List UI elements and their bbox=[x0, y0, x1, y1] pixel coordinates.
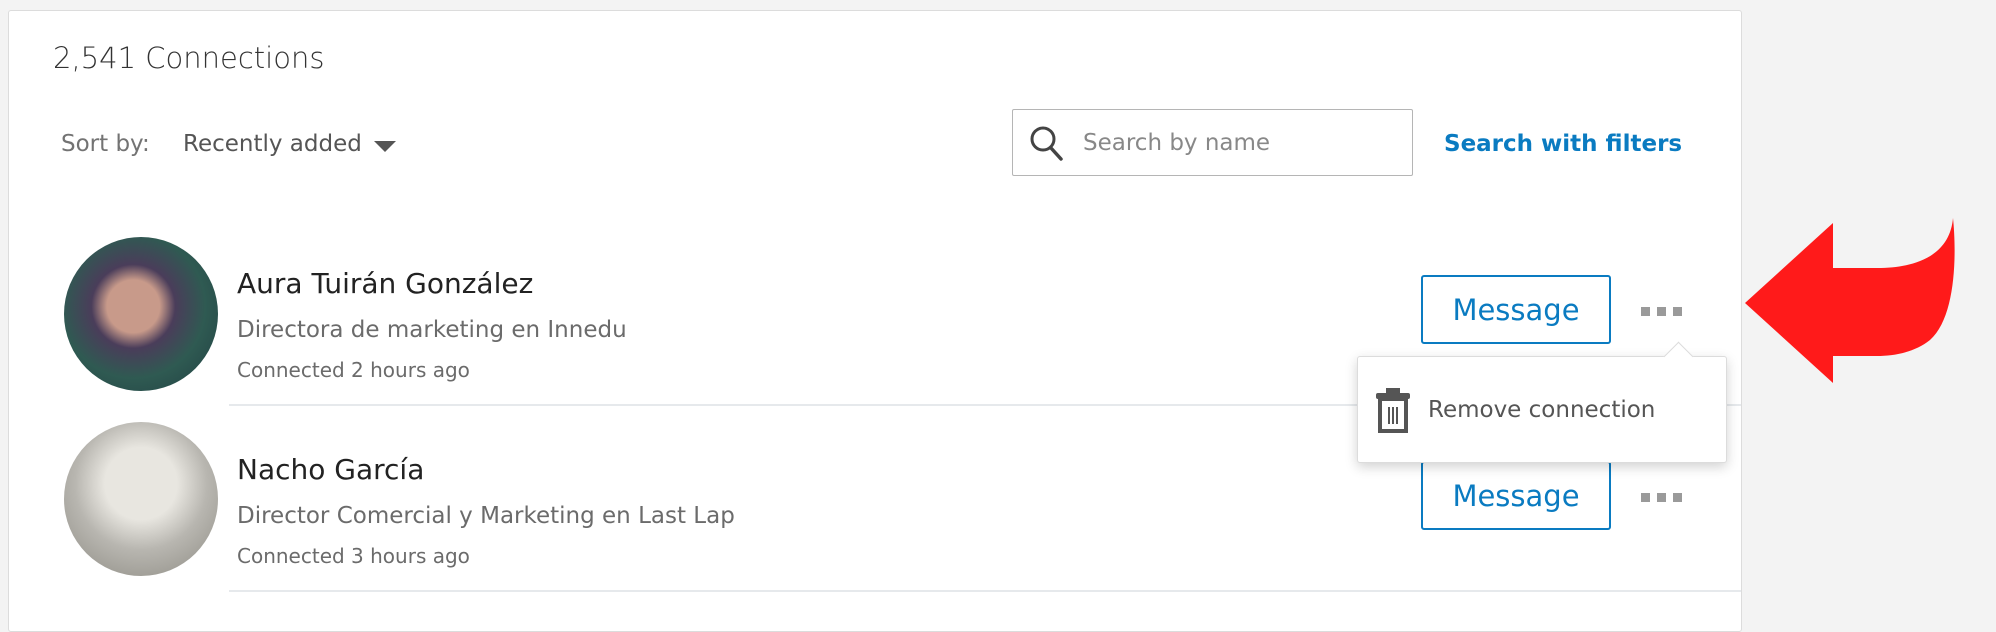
trash-icon bbox=[1376, 387, 1410, 433]
search-box[interactable] bbox=[1012, 109, 1413, 176]
sort-value: Recently added bbox=[183, 131, 362, 157]
dot-icon bbox=[1641, 492, 1650, 502]
message-button[interactable]: Message bbox=[1421, 275, 1611, 344]
connection-headline: Director Comercial y Marketing en Last L… bbox=[237, 503, 735, 529]
search-icon bbox=[1030, 126, 1063, 161]
connected-time: Connected 2 hours ago bbox=[237, 358, 470, 382]
search-input[interactable] bbox=[1081, 128, 1405, 157]
connection-name[interactable]: Nacho García bbox=[237, 453, 424, 486]
connection-name[interactable]: Aura Tuirán González bbox=[237, 267, 533, 300]
search-with-filters-link[interactable]: Search with filters bbox=[1444, 131, 1682, 157]
connections-card: 2,541 Connections Sort by: Recently adde… bbox=[8, 10, 1742, 632]
dot-icon bbox=[1673, 492, 1682, 502]
dot-icon bbox=[1641, 306, 1650, 316]
divider bbox=[229, 590, 1741, 592]
dot-icon bbox=[1657, 492, 1666, 502]
more-options-button[interactable] bbox=[1641, 487, 1691, 507]
sort-dropdown[interactable]: Recently added bbox=[183, 131, 396, 157]
remove-connection-menu-item[interactable]: Remove connection bbox=[1357, 356, 1727, 463]
dot-icon bbox=[1673, 306, 1682, 316]
message-button[interactable]: Message bbox=[1421, 461, 1611, 530]
sort-label: Sort by: bbox=[61, 131, 150, 157]
avatar[interactable] bbox=[64, 237, 218, 391]
connected-time: Connected 3 hours ago bbox=[237, 544, 470, 568]
dot-icon bbox=[1657, 306, 1666, 316]
page-title: 2,541 Connections bbox=[53, 41, 325, 75]
red-arrow-annotation-icon bbox=[1745, 218, 1955, 383]
remove-connection-label: Remove connection bbox=[1428, 396, 1656, 423]
caret-down-icon bbox=[373, 140, 396, 152]
connection-headline: Directora de marketing en Innedu bbox=[237, 317, 627, 343]
more-options-button[interactable] bbox=[1641, 301, 1691, 321]
avatar[interactable] bbox=[64, 422, 218, 576]
